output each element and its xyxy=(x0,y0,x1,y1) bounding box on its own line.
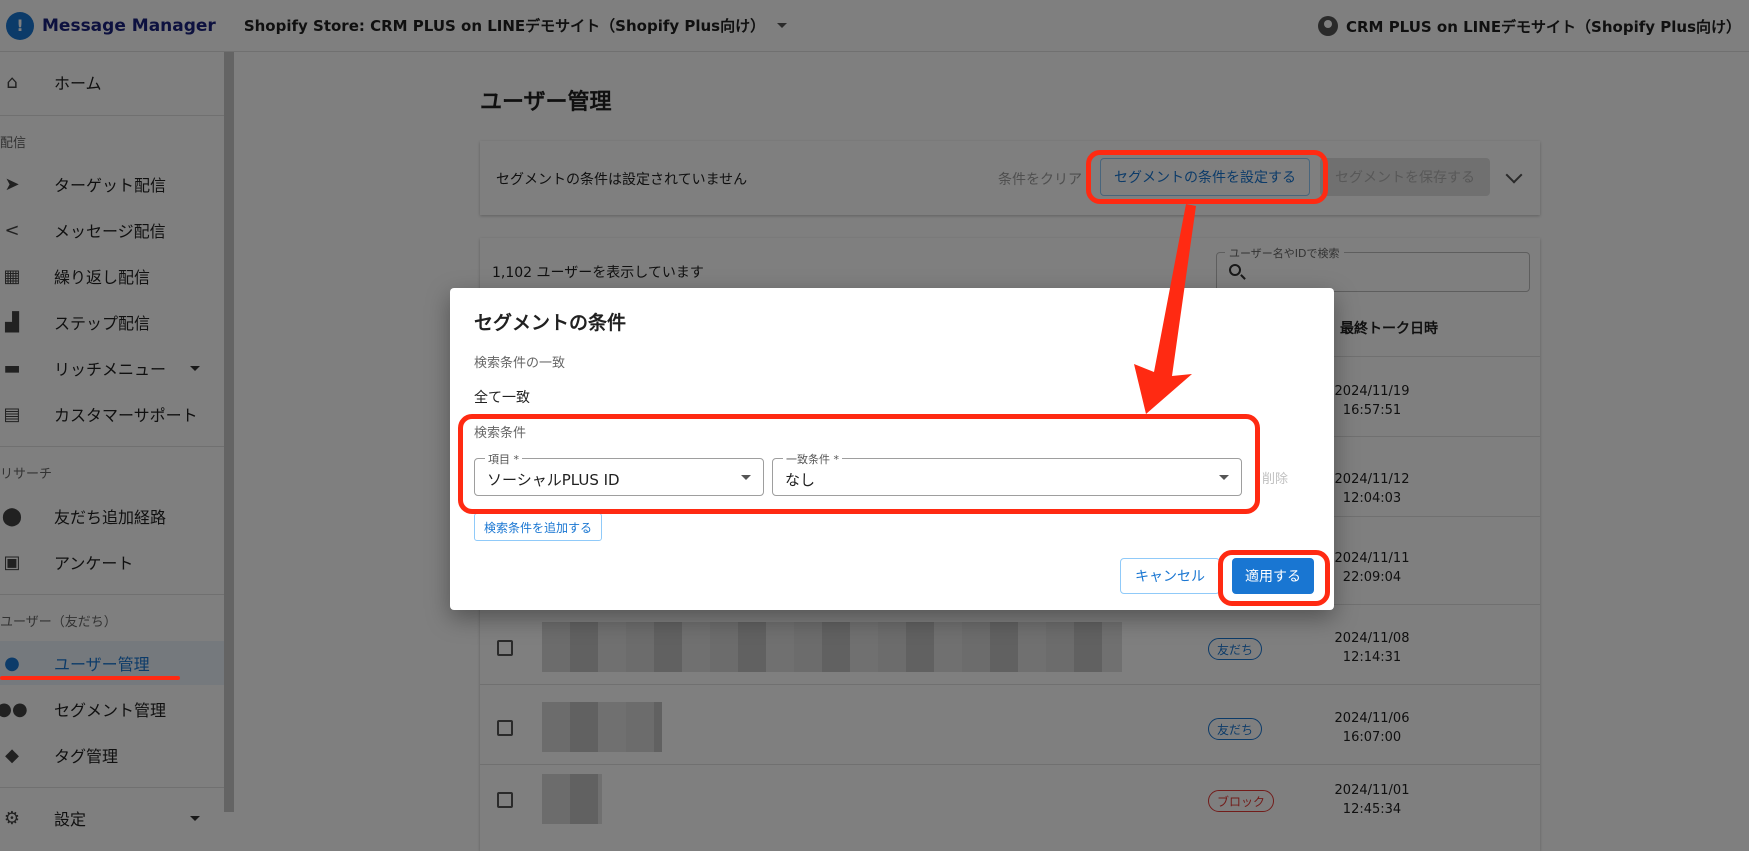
match-label: 検索条件の一致 xyxy=(474,356,566,371)
annotation-highlight-set-segment xyxy=(1086,150,1328,204)
match-value[interactable]: 全て一致 xyxy=(474,387,530,407)
annotation-underline xyxy=(0,676,180,680)
delete-condition-button[interactable]: 削除 xyxy=(1262,468,1288,487)
dialog-title: セグメントの条件 xyxy=(474,312,627,334)
annotation-highlight-apply xyxy=(1218,550,1330,606)
add-condition-button[interactable]: 検索条件を追加する xyxy=(474,513,603,541)
cancel-button[interactable]: キャンセル xyxy=(1120,558,1220,594)
annotation-highlight-conditions xyxy=(458,414,1260,514)
